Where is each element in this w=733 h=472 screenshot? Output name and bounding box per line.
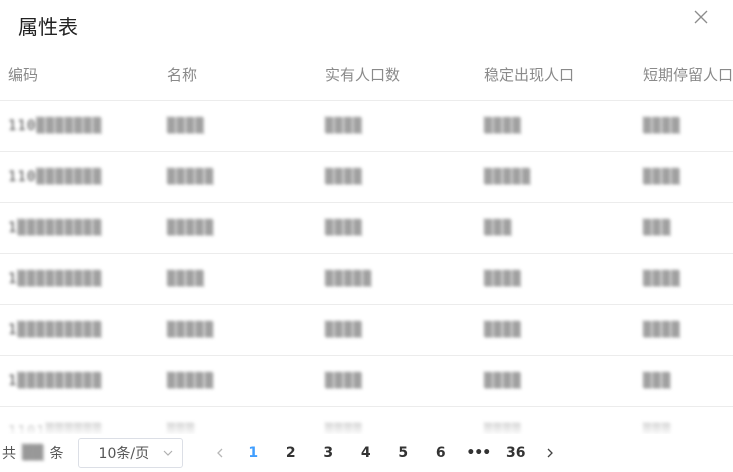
column-header-actual-population[interactable]: 实有人口数 — [320, 50, 480, 101]
chevron-down-icon — [163, 450, 172, 456]
cell-stable-population: ▒▒▒▒ — [480, 100, 640, 152]
table-row[interactable]: 110▒▒▒▒▒▒▒ ▒▒▒▒▒ ▒▒▒▒ ▒▒▒▒▒ ▒▒▒▒ — [0, 151, 733, 203]
cell-actual-population: ▒▒▒▒ — [320, 202, 480, 254]
total-prefix: 共 — [2, 446, 16, 462]
cell-name: ▒▒▒▒▒ — [160, 202, 320, 254]
cell-short-stay-population: ▒▒▒▒ — [640, 151, 733, 203]
table-row[interactable]: 1▒▒▒▒▒▒▒▒▒ ▒▒▒▒▒ ▒▒▒▒ ▒▒▒▒ ▒▒▒ — [0, 355, 733, 407]
cell-code: 1▒▒▒▒▒▒▒▒▒ — [0, 202, 160, 254]
cell-short-stay-population: ▒▒▒▒ — [640, 100, 733, 152]
chevron-right-icon — [547, 448, 553, 458]
table-row[interactable]: 1▒▒▒▒▒▒▒▒▒ ▒▒▒▒ ▒▒▒▒▒ ▒▒▒▒ ▒▒▒▒ — [0, 253, 733, 305]
cell-code: 1▒▒▒▒▒▒▒▒▒ — [0, 253, 160, 305]
cell-name: ▒▒▒▒▒ — [160, 355, 320, 407]
table-header-row: 编码 名称 实有人口数 稳定出现人口 短期停留人口 — [0, 50, 733, 101]
table-row[interactable]: 1▒▒▒▒▒▒▒▒▒ ▒▒▒▒▒ ▒▒▒▒ ▒▒▒▒ ▒▒▒▒ — [0, 304, 733, 356]
cell-stable-population: ▒▒▒ — [480, 202, 640, 254]
close-button[interactable] — [691, 7, 711, 27]
cell-name: ▒▒▒▒▒ — [160, 304, 320, 356]
total-suffix: 条 — [49, 446, 64, 462]
attribute-table: 编码 名称 实有人口数 稳定出现人口 短期停留人口 110▒▒▒▒▒▒▒ ▒▒▒… — [0, 50, 733, 434]
cell-code: 1▒▒▒▒▒▒▒▒▒ — [0, 304, 160, 356]
total-value: ▒▒ — [22, 445, 44, 461]
pagination-bar: 共 ▒▒ 条 10条/页 1 2 3 4 5 6 ••• 36 — [0, 434, 733, 472]
page-5[interactable]: 5 — [385, 438, 423, 468]
table-row[interactable]: 1101▒▒▒▒▒▒ ▒▒▒ ▒▒▒▒ ▒▒▒▒ ▒▒▒ — [0, 406, 733, 434]
page-size-value: 10条/页 — [98, 446, 150, 462]
column-header-short-stay-population[interactable]: 短期停留人口 — [640, 50, 733, 101]
cell-name: ▒▒▒▒▒ — [160, 151, 320, 203]
cell-short-stay-population: ▒▒▒ — [640, 355, 733, 407]
cell-name: ▒▒▒ — [160, 406, 320, 434]
cell-stable-population: ▒▒▒▒ — [480, 406, 640, 434]
prev-page-button[interactable] — [205, 438, 235, 468]
table-row[interactable]: 1▒▒▒▒▒▒▒▒▒ ▒▒▒▒▒ ▒▒▒▒ ▒▒▒ ▒▒▒ — [0, 202, 733, 254]
cell-actual-population: ▒▒▒▒▒ — [320, 253, 480, 305]
page-4[interactable]: 4 — [347, 438, 385, 468]
attribute-table-container[interactable]: 编码 名称 实有人口数 稳定出现人口 短期停留人口 110▒▒▒▒▒▒▒ ▒▒▒… — [0, 50, 733, 434]
cell-code: 110▒▒▒▒▒▒▒ — [0, 100, 160, 152]
cell-code: 1101▒▒▒▒▒▒ — [0, 406, 160, 434]
next-page-button[interactable] — [535, 438, 565, 468]
page-1[interactable]: 1 — [235, 438, 273, 468]
cell-code: 110▒▒▒▒▒▒▒ — [0, 151, 160, 203]
cell-actual-population: ▒▒▒▒ — [320, 304, 480, 356]
cell-short-stay-population: ▒▒▒▒ — [640, 304, 733, 356]
column-header-name[interactable]: 名称 — [160, 50, 320, 101]
table-row[interactable]: 110▒▒▒▒▒▒▒ ▒▒▒▒ ▒▒▒▒ ▒▒▒▒ ▒▒▒▒ — [0, 100, 733, 152]
cell-stable-population: ▒▒▒▒▒ — [480, 151, 640, 203]
cell-stable-population: ▒▒▒▒ — [480, 355, 640, 407]
more-pages-ellipsis[interactable]: ••• — [460, 445, 498, 461]
cell-short-stay-population: ▒▒▒ — [640, 202, 733, 254]
cell-actual-population: ▒▒▒▒ — [320, 355, 480, 407]
page-3[interactable]: 3 — [310, 438, 348, 468]
total-count: 共 ▒▒ 条 — [2, 443, 64, 463]
chevron-left-icon — [216, 448, 223, 458]
cell-short-stay-population: ▒▒▒ — [640, 406, 733, 434]
cell-code: 1▒▒▒▒▒▒▒▒▒ — [0, 355, 160, 407]
cell-name: ▒▒▒▒ — [160, 253, 320, 305]
column-header-code[interactable]: 编码 — [0, 50, 160, 101]
close-icon — [694, 10, 708, 24]
cell-actual-population: ▒▒▒▒ — [320, 151, 480, 203]
dialog-title: 属性表 — [18, 15, 78, 39]
cell-short-stay-population: ▒▒▒▒ — [640, 253, 733, 305]
column-header-stable-population[interactable]: 稳定出现人口 — [480, 50, 640, 101]
page-6[interactable]: 6 — [422, 438, 460, 468]
attribute-table-dialog: 属性表 编码 名称 实有人口数 稳定出现人口 短期停留人口 110▒▒▒▒▒▒▒… — [0, 0, 733, 472]
page-last[interactable]: 36 — [497, 438, 535, 468]
cell-stable-population: ▒▒▒▒ — [480, 304, 640, 356]
page-size-select[interactable]: 10条/页 — [77, 438, 183, 468]
cell-stable-population: ▒▒▒▒ — [480, 253, 640, 305]
cell-actual-population: ▒▒▒▒ — [320, 406, 480, 434]
cell-actual-population: ▒▒▒▒ — [320, 100, 480, 152]
cell-name: ▒▒▒▒ — [160, 100, 320, 152]
pager: 1 2 3 4 5 6 ••• 36 — [205, 438, 565, 468]
page-2[interactable]: 2 — [272, 438, 310, 468]
